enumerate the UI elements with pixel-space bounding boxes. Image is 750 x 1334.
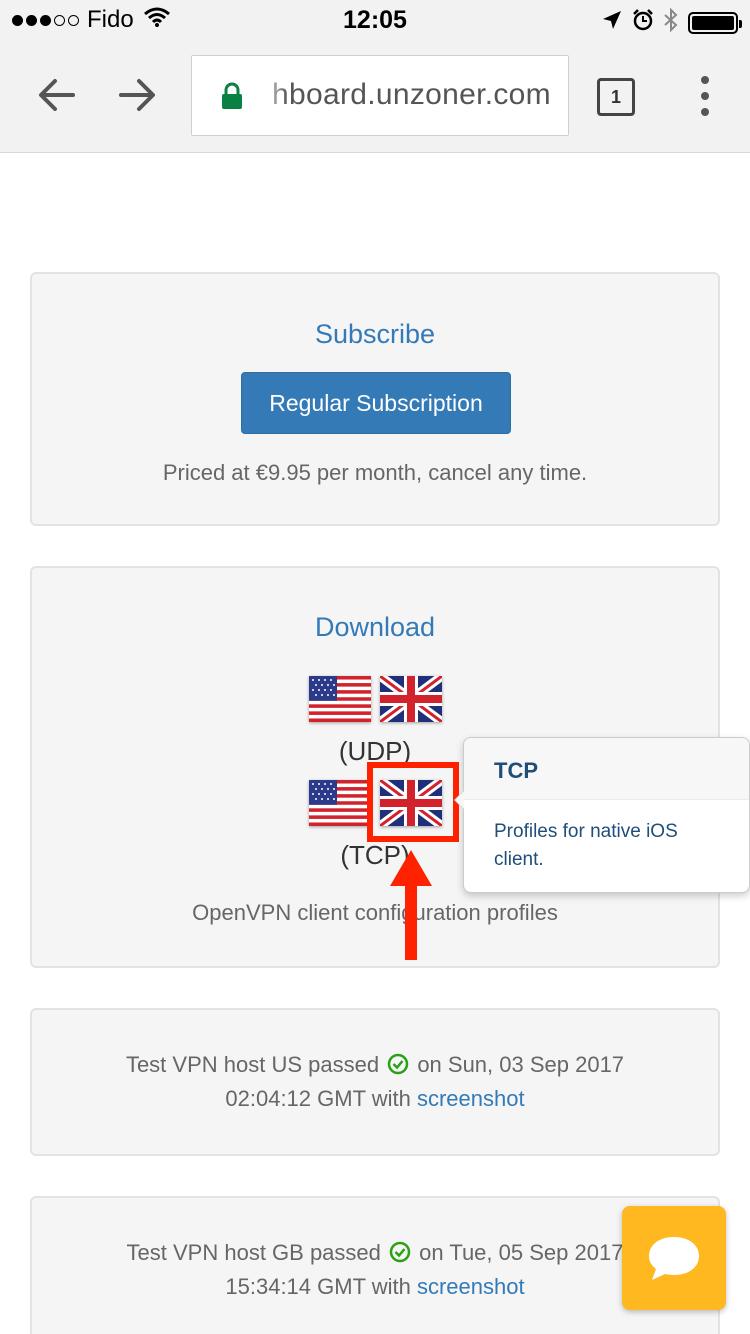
us-flag-icon[interactable] [309,676,371,722]
popover-body: Profiles for native iOS client. [494,821,678,870]
back-button[interactable] [32,70,82,120]
test-prefix: Test VPN host GB passed [126,1240,381,1265]
test-time-line: 02:04:12 GMT with screenshot [32,1086,718,1112]
screenshot-link[interactable]: screenshot [417,1274,525,1299]
check-circle-icon [387,1053,409,1081]
price-text: Priced at €9.95 per month, cancel any ti… [162,460,588,485]
tabs-button[interactable]: 1 [597,78,635,116]
test-suffix: on Tue, 05 Sep 2017 [419,1240,624,1265]
tab-count: 1 [610,86,621,107]
test-time: 02:04:12 GMT with [225,1086,411,1111]
test-panel-us: Test VPN host US passed on Sun, 03 Sep 2… [30,1008,720,1156]
more-vert-icon[interactable] [690,76,720,116]
red-arrow-annotation [390,850,432,960]
check-circle-icon [389,1241,411,1269]
test-status-line: Test VPN host GB passed on Tue, 05 Sep 2… [32,1240,718,1269]
us-flag-icon[interactable] [309,780,371,826]
test-time-line: 15:34:14 GMT with screenshot [32,1274,718,1300]
bluetooth-icon [664,7,678,37]
test-status-line: Test VPN host US passed on Sun, 03 Sep 2… [32,1052,718,1081]
highlight-box [367,762,459,842]
popover-pointer-inner [455,791,464,809]
battery-icon [688,11,742,34]
popover-title: TCP [464,738,749,800]
test-prefix: Test VPN host US passed [125,1052,380,1077]
download-caption: OpenVPN client configuration profiles [192,900,558,925]
url-fade [258,56,288,135]
address-bar[interactable]: hboard.unzoner.com [191,55,569,136]
location-icon [602,10,622,35]
status-bar: Fido 12:05 [0,0,750,40]
back-arrow-icon [39,79,75,111]
status-right [602,7,742,37]
alarm-icon [632,9,654,36]
download-title[interactable]: Download [32,612,718,643]
test-suffix: on Sun, 03 Sep 2017 [417,1052,625,1077]
screen: Fido 12:05 hboard.unzoner.com 1 Subscrib… [0,0,750,1334]
subscribe-title[interactable]: Subscribe [32,319,718,350]
subscribe-panel: Subscribe Regular Subscription Priced at… [30,272,720,526]
forward-button[interactable] [112,70,162,120]
gb-flag-icon[interactable] [380,676,442,722]
screenshot-link[interactable]: screenshot [417,1086,525,1111]
test-time: 15:34:14 GMT with [225,1274,411,1299]
chat-button[interactable] [622,1206,726,1310]
forward-arrow-icon [119,79,155,111]
tcp-popover: TCP Profiles for native iOS client. [454,737,750,893]
lock-icon [220,82,244,115]
browser-toolbar: hboard.unzoner.com 1 [0,40,750,153]
test-panel-gb: Test VPN host GB passed on Tue, 05 Sep 2… [30,1196,720,1334]
chat-bubble-icon [649,1237,699,1280]
regular-subscription-button[interactable]: Regular Subscription [241,372,511,434]
url-text: hboard.unzoner.com [272,78,551,111]
